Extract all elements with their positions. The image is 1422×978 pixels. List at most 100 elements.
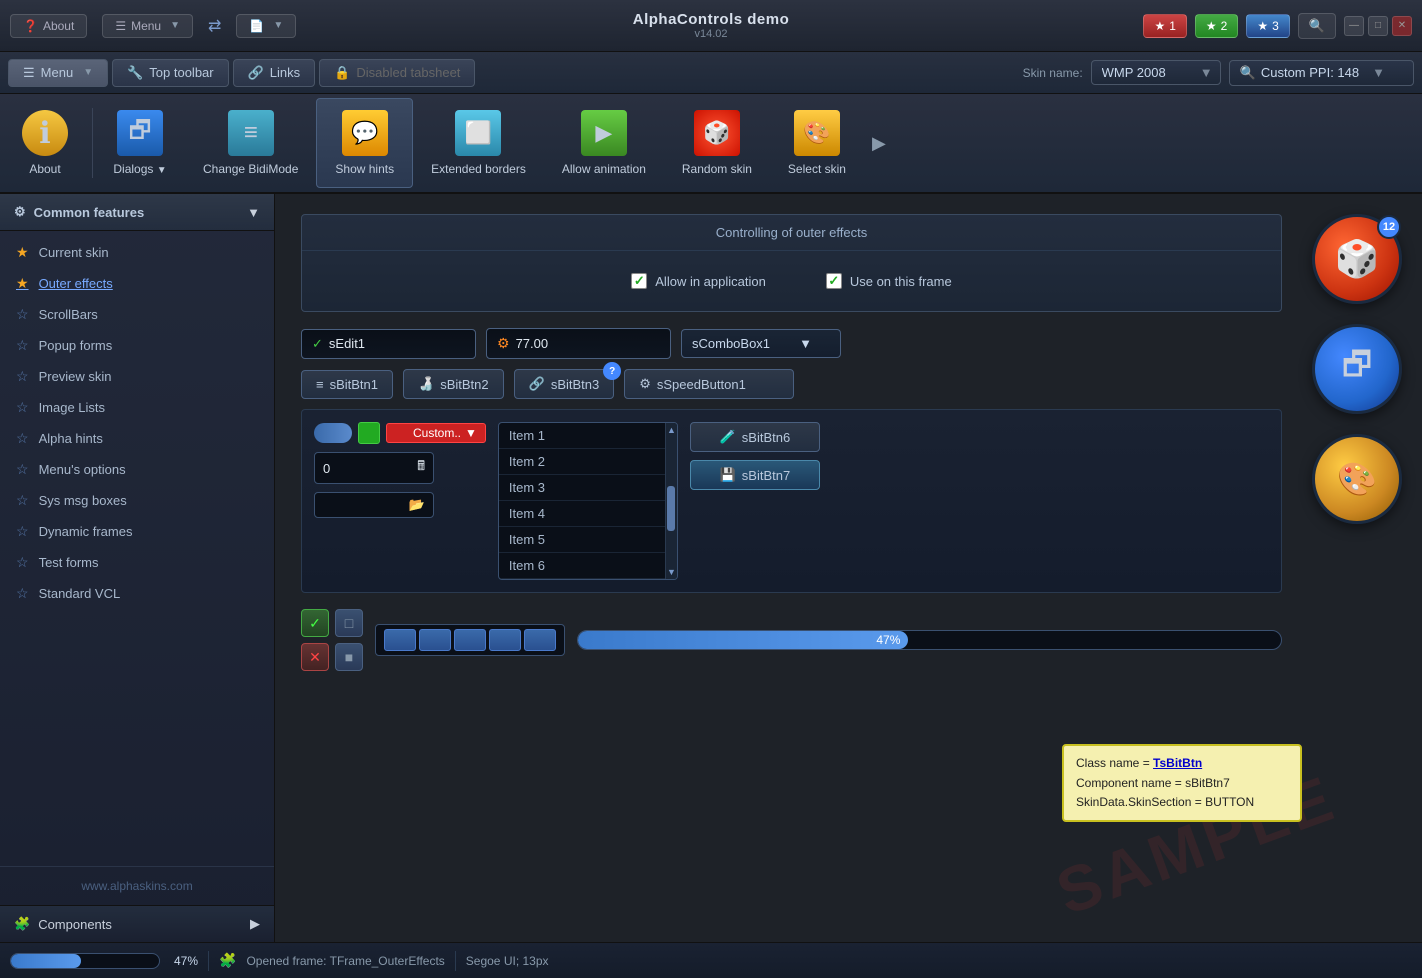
circle-gold-btn[interactable]: 🎨 [1312,434,1402,524]
main-layout: ⚙ Common features ▼ ★ Current skin ★ Out… [0,194,1422,942]
toolbar-change-bidimode[interactable]: ≡ Change BidiMode [185,98,316,188]
components-label: Components [38,917,112,932]
star-empty-icon: ☆ [16,492,29,509]
sidebar-components[interactable]: 🧩 Components ▶ [0,905,274,942]
controls-row-2: ≡ sBitBtn1 🍶 sBitBtn2 🔗 sBitBtn3 ? ⚙ sSp… [301,369,1282,399]
star-button-3[interactable]: ★ 3 [1246,14,1289,38]
listbox-scrollbar[interactable]: ▲ ▼ [665,423,677,579]
toggle-green[interactable] [358,422,380,444]
skin-select[interactable]: WMP 2008 [1091,60,1221,85]
list-item-1[interactable]: Item 1 [499,423,677,449]
app-version: v14.02 [694,28,727,40]
seg-btn-2[interactable] [419,629,451,651]
top-toolbar-btn[interactable]: 🔧 Top toolbar [112,59,229,87]
disabled-tab-label: Disabled tabsheet [356,65,460,80]
sidebar-item-current-skin[interactable]: ★ Current skin [0,237,274,268]
inner-left: Custom.. ▼ 0 🖩 📂 [314,422,486,580]
custom-color-btn[interactable]: Custom.. ▼ [386,423,486,443]
close-button[interactable]: ✕ [1392,16,1412,36]
allow-in-app-checkbox[interactable]: ✓ Allow in application [631,273,766,289]
toolbar-about[interactable]: ℹ About [0,98,90,188]
sidebar-item-scrollbars[interactable]: ☆ ScrollBars [0,299,274,330]
sbitbtn7[interactable]: 💾 sBitBtn7 [690,460,820,490]
stack-btn-2[interactable]: ■ [335,643,363,671]
segmented-control [375,624,565,656]
sidebar-item-sys-msg-boxes[interactable]: ☆ Sys msg boxes [0,485,274,516]
toolbar-dialogs[interactable]: 🗗 Dialogs ▼ [95,98,185,188]
toolbar-select-skin[interactable]: 🎨 Select skin [770,98,864,188]
status-font-info: Segoe UI; 13px [466,954,549,968]
toolbar-more-btn[interactable]: ▶ [864,133,894,154]
sidebar-item-test-forms[interactable]: ☆ Test forms [0,547,274,578]
sidebar-item-label: Dynamic frames [39,524,133,539]
minimize-button[interactable]: — [1344,16,1364,36]
sidebar-header[interactable]: ⚙ Common features ▼ [0,194,274,231]
list-item-4[interactable]: Item 4 [499,501,677,527]
sidebar-item-standard-vcl[interactable]: ☆ Standard VCL [0,578,274,609]
sidebar-item-dynamic-frames[interactable]: ☆ Dynamic frames [0,516,274,547]
menu-button[interactable]: ☰ Menu ▼ [102,14,193,38]
search-button[interactable]: 🔍 [1298,13,1336,39]
list-item-2[interactable]: Item 2 [499,449,677,475]
puzzle-icon: 🧩 [14,916,30,932]
star-button-1[interactable]: ★ 1 [1143,14,1186,38]
toolbar-about-label: About [29,162,60,176]
ppi-select[interactable]: 🔍 Custom PPI: 148 ▼ [1229,60,1414,86]
page-btn[interactable]: 📄 ▼ [236,14,296,38]
listbox[interactable]: Item 1 Item 2 Item 3 Item 4 Item 5 Item … [498,422,678,580]
circle-blue-btn[interactable]: 🗗 [1312,324,1402,414]
checkbox-box-1: ✓ [631,273,647,289]
sedit1-field[interactable]: ✓ sEdit1 [301,329,476,359]
list-item-6[interactable]: Item 6 [499,553,677,579]
sidebar-item-preview-skin[interactable]: ☆ Preview skin [0,361,274,392]
sidebar-item-popup-forms[interactable]: ☆ Popup forms [0,330,274,361]
toolbar-allow-animation[interactable]: ▶ Allow animation [544,98,664,188]
file-input[interactable]: 📂 [314,492,434,518]
star-button-2[interactable]: ★ 2 [1195,14,1238,38]
maximize-button[interactable]: □ [1368,16,1388,36]
gold-circle-icon: 🎨 [1337,460,1377,498]
sedit-num-field[interactable]: ⚙ 77.00 [486,328,671,359]
sidebar-item-outer-effects[interactable]: ★ Outer effects [0,268,274,299]
use-on-frame-checkbox[interactable]: ✓ Use on this frame [826,273,952,289]
top-toolbar-label: Top toolbar [149,65,213,80]
scroll-thumb [667,486,675,532]
check-red-btn[interactable]: ✕ [301,643,329,671]
toolbar-extended-borders[interactable]: ⬜ Extended borders [413,98,544,188]
sidebar-item-label: Preview skin [39,369,112,384]
toolbar-dialogs-icon: 🗗 [117,110,163,156]
list-item-5[interactable]: Item 5 [499,527,677,553]
status-pct-label: 47% [174,954,198,968]
links-btn[interactable]: 🔗 Links [233,59,316,87]
chevron-down-icon2: ▼ [273,20,283,31]
toolbar-show-hints[interactable]: 💬 Show hints [316,98,413,188]
tooltip-component-name: Component name = sBitBtn7 [1076,774,1288,793]
menu-chevron-icon: ▼ [83,67,93,78]
sbitbtn6[interactable]: 🧪 sBitBtn6 [690,422,820,452]
window-controls: — □ ✕ [1344,16,1412,36]
sidebar-item-image-lists[interactable]: ☆ Image Lists [0,392,274,423]
sidebar-item-menus-options[interactable]: ☆ Menu's options [0,454,274,485]
circle-dice-btn[interactable]: 🎲 12 [1312,214,1402,304]
scombobox1[interactable]: sComboBox1 ▼ [681,329,841,358]
seg-btn-3[interactable] [454,629,486,651]
sspeedbutton1[interactable]: ⚙ sSpeedButton1 [624,369,794,399]
sidebar-item-alpha-hints[interactable]: ☆ Alpha hints [0,423,274,454]
list-item-3[interactable]: Item 3 [499,475,677,501]
sbitbtn2[interactable]: 🍶 sBitBtn2 [403,369,504,399]
bitbtn2-label: sBitBtn2 [440,377,488,392]
stack-btn-1[interactable]: □ [335,609,363,637]
seg-btn-1[interactable] [384,629,416,651]
seg-btn-5[interactable] [524,629,556,651]
toggle-blue[interactable] [314,423,352,443]
sbitbtn3[interactable]: 🔗 sBitBtn3 ? [514,369,615,399]
toolbar-random-skin[interactable]: 🎲 Random skin [664,98,770,188]
title-bar: ❓ About ☰ Menu ▼ ⇄ 📄 ▼ AlphaControls dem… [0,0,1422,52]
seg-btn-4[interactable] [489,629,521,651]
toolbar-divider-1 [92,108,93,178]
check-green-btn[interactable]: ✓ [301,609,329,637]
sbitbtn1[interactable]: ≡ sBitBtn1 [301,370,393,399]
about-button[interactable]: ❓ About [10,14,87,38]
menu-btn[interactable]: ☰ Menu ▼ [8,59,108,87]
num-input[interactable]: 0 🖩 [314,452,434,484]
